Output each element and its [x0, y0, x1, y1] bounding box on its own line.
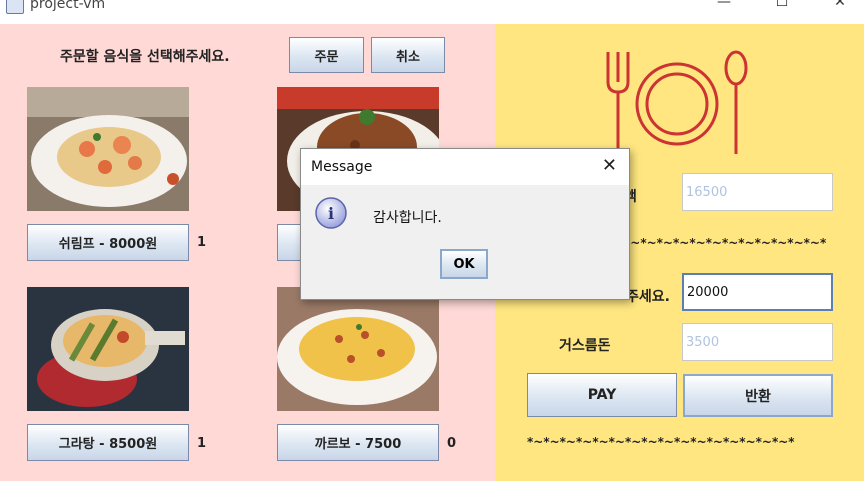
input-amount-label: 주세요. [626, 289, 670, 305]
menu-item-carbonara-button[interactable]: 까르보 - 7500 [277, 424, 439, 461]
window-titlebar: project-vm — ☐ ✕ [0, 0, 864, 24]
carbonara-image [277, 287, 439, 411]
dialog-message: 감사합니다. [373, 210, 442, 226]
menu-item-gratin-button[interactable]: 그라탕 - 8500원 [27, 424, 189, 461]
order-prompt: 주문할 음식을 선택해주세요. [60, 49, 230, 65]
maximize-button[interactable]: ☐ [772, 0, 792, 14]
window-title: project-vm [30, 0, 106, 12]
java-app-icon [6, 0, 24, 14]
shrimp-pasta-image [27, 87, 189, 211]
carbonara-count: 0 [447, 436, 457, 451]
close-window-button[interactable]: ✕ [830, 0, 850, 14]
total-amount-field: 16500 [682, 173, 833, 211]
info-icon: i [315, 197, 347, 229]
ok-button[interactable]: OK [440, 249, 488, 279]
shrimp-count: 1 [197, 235, 207, 250]
change-amount-field: 3500 [682, 323, 833, 361]
pay-button[interactable]: PAY [527, 373, 677, 417]
menu-item-shrimp-button[interactable]: 쉬림프 - 8000원 [27, 224, 189, 261]
order-button[interactable]: 주문 [289, 37, 364, 73]
gratin-count: 1 [197, 436, 207, 451]
svg-text:i: i [328, 204, 334, 223]
cancel-button[interactable]: 취소 [371, 37, 445, 73]
input-amount-field[interactable]: 20000 [682, 273, 833, 311]
minimize-button[interactable]: — [714, 0, 734, 14]
return-button[interactable]: 반환 [683, 374, 833, 417]
change-label: 거스름돈 [559, 338, 611, 354]
divider-top: *~*~*~*~*~*~*~*~*~*~*~*~* [624, 236, 827, 250]
gratin-image [27, 287, 189, 411]
divider-bottom: *~*~*~*~*~*~*~*~*~*~*~*~*~*~*~*~* [527, 435, 795, 449]
dialog-title: Message [311, 159, 373, 175]
dialog-close-icon[interactable]: ✕ [602, 155, 617, 176]
dialog-titlebar: Message ✕ [301, 149, 629, 185]
utensils-icon [600, 48, 750, 162]
message-dialog: Message ✕ i 감사합니다. OK [300, 148, 630, 300]
